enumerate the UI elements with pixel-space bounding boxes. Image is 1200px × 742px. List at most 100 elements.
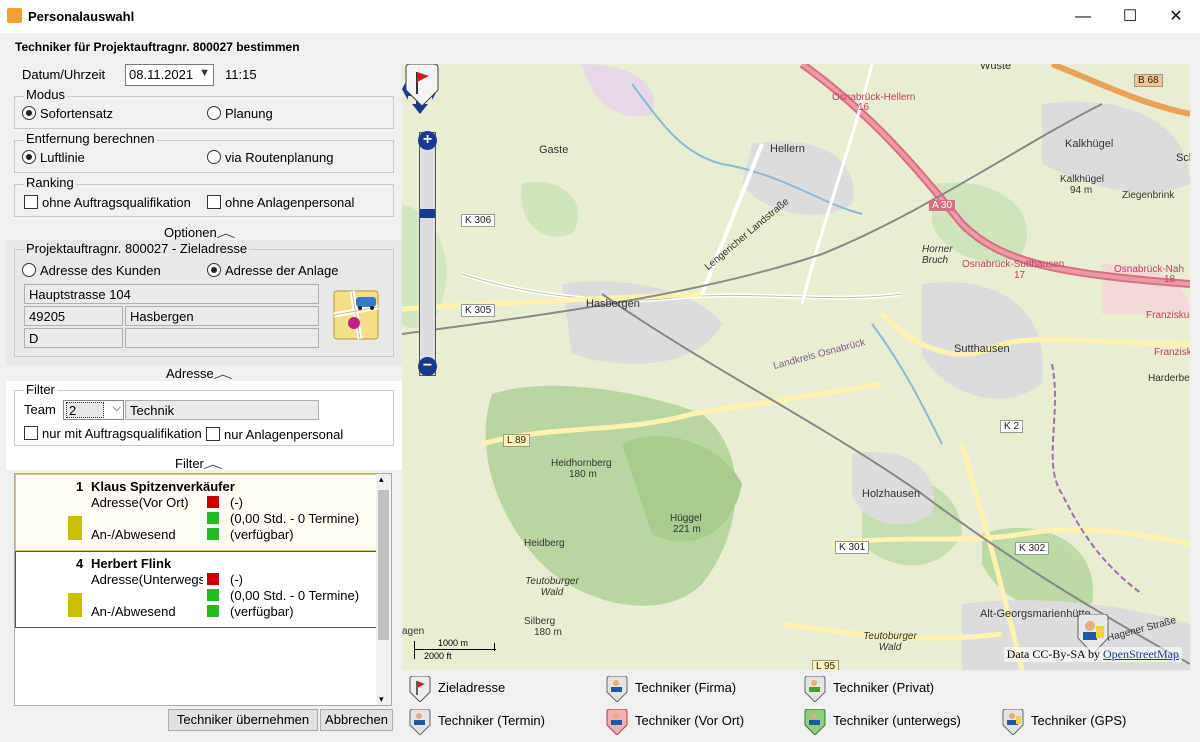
optionen-toggle[interactable]: Optionen︿ [164, 224, 235, 241]
date-value: 08.11.2021 [129, 67, 194, 82]
radio-sofort[interactable] [22, 106, 36, 120]
zoom-out-icon[interactable]: − [418, 357, 437, 376]
radio-kunde-label[interactable]: Adresse des Kunden [40, 263, 161, 278]
date-picker[interactable]: 08.11.2021 ▼ [125, 64, 214, 86]
map-road-label: K 2 [1000, 420, 1024, 433]
minimize-button[interactable]: — [1060, 0, 1106, 33]
extra-field[interactable] [125, 328, 319, 348]
status-bar [68, 593, 82, 617]
team-label: Team [24, 402, 56, 417]
legend-label: Techniker (Vor Ort) [635, 713, 745, 728]
close-button[interactable]: ✕ [1153, 0, 1199, 33]
radio-anlage[interactable] [207, 263, 221, 277]
tech-rank: 4 [76, 556, 84, 571]
time-value: 11:15 [225, 67, 257, 82]
tech-address-label: Adresse(Unterwegs) [91, 572, 203, 587]
tech-status-label: An-/Abwesend [91, 604, 176, 619]
radio-sofort-label[interactable]: Sofortensatz [40, 106, 113, 121]
country-field[interactable]: D [24, 328, 123, 348]
radio-luftlinie[interactable] [22, 150, 36, 164]
radio-planung-label[interactable]: Planung [225, 106, 273, 121]
tech-address-label: Adresse(Vor Ort) [91, 495, 189, 510]
map-label: Ziegenbrink [1122, 190, 1175, 201]
tech-rank: 1 [76, 479, 84, 494]
map-label: 221 m [673, 524, 701, 535]
map-road-label: B 68 [1134, 74, 1163, 87]
radio-planung[interactable] [207, 106, 221, 120]
date-label: Datum/Uhrzeit [22, 67, 106, 82]
map-label: 180 m [534, 627, 562, 638]
scroll-down-icon[interactable]: ▾ [379, 694, 384, 705]
chevron-down-icon[interactable]: ⌵ [113, 402, 121, 415]
radio-anlage-label[interactable]: Adresse der Anlage [225, 263, 338, 278]
filter-toggle[interactable]: Filter︿ [175, 455, 223, 472]
checkbox-ohne-anlagen[interactable] [207, 195, 221, 209]
tech-line3: (verfügbar) [230, 527, 294, 542]
optionen-toggle-label: Optionen [164, 225, 217, 240]
checkbox-nur-auftrag[interactable] [24, 426, 38, 440]
map-label: Hüggel [670, 513, 702, 524]
map-label: Silberg [524, 616, 556, 627]
maximize-button[interactable]: ☐ [1107, 0, 1153, 33]
scale-bar: 1000 m 2000 ft [414, 638, 496, 667]
tech-status-label: An-/Abwesend [91, 527, 176, 542]
team-value: 2 [66, 402, 104, 418]
checkbox-nur-auftrag-label[interactable]: nur mit Auftragsqualifikation [42, 426, 202, 441]
flag-marker-icon[interactable] [402, 64, 442, 108]
take-technician-button[interactable]: Techniker übernehmen [168, 709, 318, 731]
adresse-toggle-label: Adresse [166, 366, 214, 381]
osm-link[interactable]: OpenStreetMap [1103, 647, 1179, 661]
zoom-slider[interactable] [419, 132, 436, 376]
map-label: Osnabrück-Sutthausen [962, 259, 1065, 270]
filter-legend: Filter [24, 382, 57, 397]
map-label: Harderbe [1148, 373, 1190, 384]
map-road-label: A 30 [929, 200, 956, 211]
map-attribution: Data CC-By-SA by OpenStreetMap [1003, 647, 1182, 662]
map-label: Sutthausen [954, 343, 1010, 355]
radio-routenplanung[interactable] [207, 150, 221, 164]
scroll-up-icon[interactable]: ▴ [379, 474, 384, 485]
tech-onsite-marker-icon [606, 709, 628, 735]
list-scrollbar[interactable]: ▴ ▾ [376, 474, 391, 705]
chevron-down-icon[interactable]: ▼ [199, 67, 210, 79]
map-road-label: K 302 [1015, 542, 1050, 555]
app-icon [7, 8, 22, 23]
ranking-legend: Ranking [24, 175, 76, 190]
adresse-toggle[interactable]: Adresse︿ [166, 365, 232, 382]
checkbox-nur-anlagen[interactable] [206, 427, 220, 441]
city-field[interactable]: Hasbergen [125, 306, 319, 326]
flag-marker-icon [409, 676, 431, 702]
map-view[interactable]: Wüste B 68 Osnabrück-Hellern 16 Gaste He… [402, 64, 1190, 670]
tech-line3: (verfügbar) [230, 604, 294, 619]
map-label: Teutoburger Wald [863, 631, 917, 653]
radio-kunde[interactable] [22, 263, 36, 277]
entfernung-legend: Entfernung berechnen [24, 131, 157, 146]
map-road-label: L 89 [503, 434, 531, 447]
route-map-icon[interactable] [332, 287, 382, 343]
checkbox-ohne-auftrag-label[interactable]: ohne Auftragsqualifikation [42, 195, 191, 210]
map-label: Hellern [770, 143, 805, 155]
street-field[interactable]: Hauptstrasse 104 [24, 284, 319, 304]
list-item[interactable]: 4 Herbert Flink Adresse(Unterwegs) An-/A… [15, 551, 377, 628]
map-label: Franziska [1154, 347, 1190, 358]
checkbox-ohne-anlagen-label[interactable]: ohne Anlagenpersonal [225, 195, 354, 210]
checkbox-nur-anlagen-label[interactable]: nur Anlagenpersonal [224, 427, 343, 442]
map-label: Teutoburger Wald [525, 576, 579, 598]
zip-field[interactable]: 49205 [24, 306, 123, 326]
scroll-thumb[interactable] [378, 490, 389, 640]
radio-routenplanung-label[interactable]: via Routenplanung [225, 150, 333, 165]
list-item[interactable]: 1 Klaus Spitzenverkäufer Adresse(Vor Ort… [15, 474, 377, 551]
checkbox-ohne-auftrag[interactable] [24, 195, 38, 209]
tech-name: Herbert Flink [91, 556, 172, 571]
team-select[interactable]: 2 ⌵ [63, 400, 124, 420]
map-label: 180 m [569, 469, 597, 480]
tech-private-marker-icon [804, 676, 826, 702]
zoom-handle[interactable] [420, 209, 435, 218]
zoom-in-icon[interactable]: + [418, 131, 437, 150]
window-title: Personalauswahl [28, 9, 135, 24]
radio-luftlinie-label[interactable]: Luftlinie [40, 150, 85, 165]
technician-list[interactable]: 1 Klaus Spitzenverkäufer Adresse(Vor Ort… [14, 473, 392, 706]
map-label: Kalkhügel [1060, 174, 1104, 185]
cancel-button[interactable]: Abbrechen [320, 709, 393, 731]
map-label: 94 m [1070, 185, 1093, 196]
